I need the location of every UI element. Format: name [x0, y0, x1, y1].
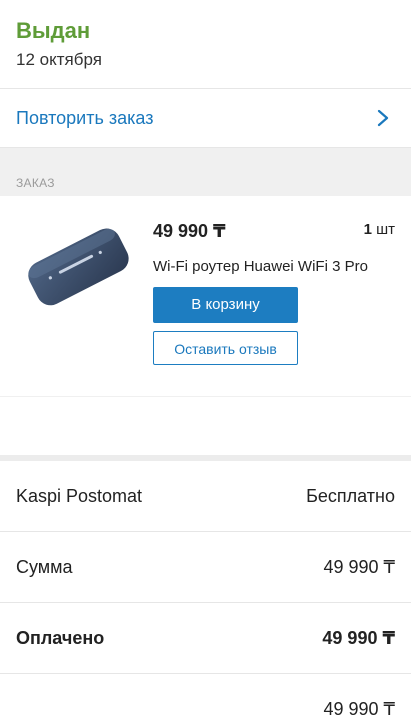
order-item-card: 49 990 ₸ 1 шт Wi-Fi роутер Huawei WiFi 3…	[0, 196, 411, 397]
order-section-header: ЗАКАЗ	[0, 148, 411, 196]
order-section-label: ЗАКАЗ	[16, 176, 55, 190]
summary-value: Бесплатно	[306, 486, 395, 506]
quantity-number: 1	[363, 221, 372, 238]
summary-label: Сумма	[16, 557, 73, 577]
product-name[interactable]: Wi-Fi роутер Huawei WiFi 3 Pro	[153, 258, 368, 275]
product-image[interactable]	[18, 216, 138, 316]
summary-value: 49 990 ₸	[323, 557, 395, 577]
product-price: 49 990 ₸	[153, 221, 226, 241]
summary-label: Kaspi Postomat	[16, 486, 143, 506]
summary-row-total: Сумма 49 990 ₸	[0, 532, 411, 603]
order-status-title: Выдан	[16, 18, 91, 43]
add-to-cart-button[interactable]: В корзину	[153, 287, 298, 323]
quantity-unit: шт	[376, 221, 395, 238]
summary-value: 49 990 ₸	[323, 699, 395, 719]
leave-review-button[interactable]: Оставить отзыв	[153, 331, 298, 365]
summary-row-paid: Оплачено 49 990 ₸	[0, 603, 411, 674]
summary-row-delivery: Kaspi Postomat Бесплатно	[0, 461, 411, 532]
chevron-right-icon[interactable]	[373, 108, 393, 128]
order-status-block: Выдан 12 октября	[0, 0, 411, 89]
order-status-date: 12 октября	[16, 50, 102, 69]
summary-value: 49 990 ₸	[322, 628, 395, 648]
product-quantity: 1 шт	[364, 221, 395, 238]
summary-row-partial: 49 990 ₸	[0, 674, 411, 719]
repeat-order-row[interactable]: Повторить заказ	[0, 89, 411, 148]
section-divider	[0, 397, 411, 461]
summary-label: Оплачено	[16, 628, 105, 648]
repeat-order-label[interactable]: Повторить заказ	[16, 108, 153, 129]
